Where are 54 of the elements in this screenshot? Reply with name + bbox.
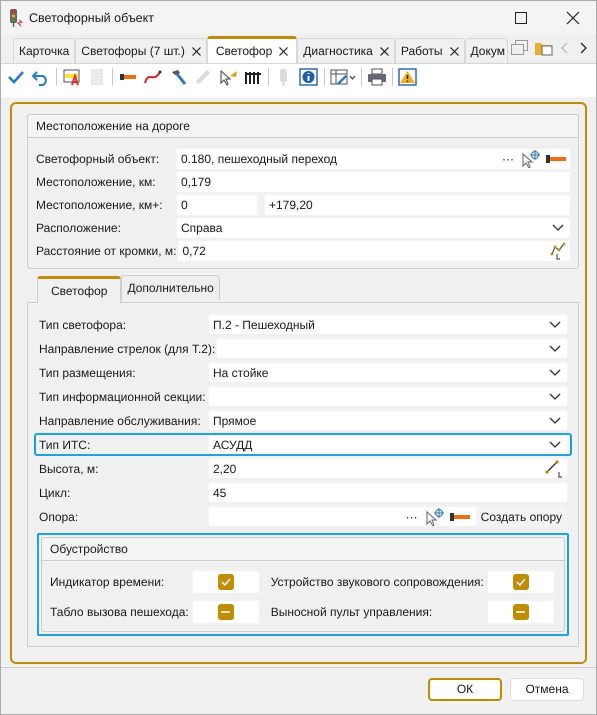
dropdown-field[interactable]: П.2 - Пешеходный [209, 315, 567, 334]
input-field[interactable]: 0 [177, 195, 257, 215]
field-value: +179,20 [269, 198, 314, 212]
checkbox-label: Устройство звукового сопровождения: [270, 575, 484, 589]
field-label: Местоположение, км+: [36, 198, 164, 212]
field-label: Цикл: [39, 486, 72, 500]
tab[interactable]: Диагностика [297, 38, 395, 63]
ellipsis-button[interactable]: ··· [502, 152, 514, 166]
tab[interactable]: Работы [394, 38, 465, 63]
tab[interactable]: Светофор [206, 36, 298, 63]
picker-field[interactable]: 0.180, пешеходный переход ··· [177, 149, 570, 169]
ok-button[interactable]: ОК [428, 678, 502, 700]
ellipsis-button[interactable]: ··· [406, 510, 418, 524]
dropdown-field[interactable]: Справа [177, 218, 570, 238]
dropdown-field[interactable]: Прямое [209, 411, 567, 430]
cancel-button[interactable]: Отмена [510, 678, 584, 700]
field-label: Высота, м: [39, 462, 100, 476]
field-label: Опора: [39, 510, 80, 524]
field-label: Тип светофора: [39, 318, 128, 332]
tab[interactable]: Светофоры (7 шт.) [75, 38, 207, 63]
picker-field[interactable]: ··· Создать опору [209, 507, 567, 526]
field-label: Направление обслуживания: [39, 414, 202, 428]
checkbox-label: Табло вызова пешехода: [50, 605, 189, 619]
field-label: Расположение: [36, 221, 122, 235]
input-field[interactable]: +179,20 [265, 195, 570, 215]
input-field[interactable]: 0,179 [177, 172, 570, 192]
checkbox-label: Индикатор времени: [50, 575, 166, 589]
field-label: Тип размещения: [39, 366, 137, 380]
input-field[interactable]: 0,72 [178, 241, 570, 261]
dropdown-field[interactable]: На стойке [209, 363, 567, 382]
field-value: 45 [213, 486, 228, 500]
window-title: Светофорный объект [29, 11, 155, 25]
field-value: Справа [181, 221, 224, 235]
field-value: 0,179 [181, 175, 212, 189]
field-label: Расстояние от кромки, м: [36, 244, 178, 258]
field-label: Направление стрелок (для Т.2): [39, 342, 216, 356]
tab[interactable]: Карточка [13, 38, 76, 63]
field-value: П.2 - Пешеходный [213, 318, 316, 332]
checkbox-label: Выносной пульт управления: [270, 605, 434, 619]
field-value: На стойке [213, 366, 270, 380]
tab[interactable]: Докум [464, 38, 508, 63]
tab[interactable]: Дополнительно [121, 275, 220, 300]
field-value: 0.180, пешеходный переход [181, 152, 338, 166]
field-label: Местоположение, км: [36, 175, 157, 189]
create-support-button[interactable]: Создать опору [476, 506, 567, 526]
field-value: 2,20 [213, 462, 238, 476]
field-value: Прямое [213, 414, 258, 428]
field-value: 0 [181, 198, 189, 212]
field-label: Светофорный объект: [36, 152, 160, 166]
input-field[interactable]: 2,20 [209, 459, 567, 478]
tab[interactable]: Светофор [37, 276, 122, 303]
input-field[interactable]: 45 [209, 483, 567, 502]
field-value: 0,72 [182, 244, 207, 258]
field-label: Тип информационной секции: [39, 390, 207, 404]
